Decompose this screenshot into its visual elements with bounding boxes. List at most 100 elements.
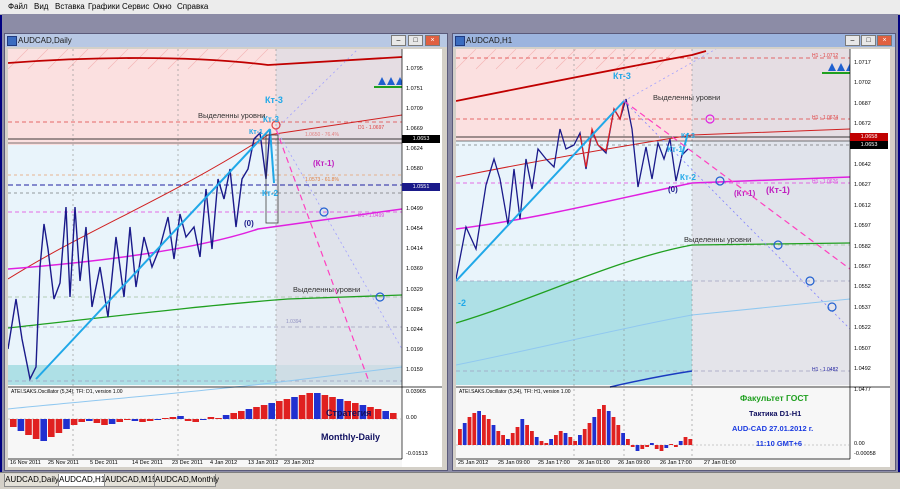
oscillator-bar — [534, 437, 539, 445]
menu-bar: Файл Вид Вставка Графики Сервис Окно Спр… — [0, 0, 900, 15]
tab-audcad-monthly[interactable]: AUDCAD,Monthly — [154, 474, 219, 487]
price-tick: 1.0159 — [406, 366, 423, 373]
oscillator-bar — [674, 445, 678, 447]
oscillator-bar — [688, 439, 693, 445]
oscillator-bar — [276, 401, 283, 419]
oscillator-bar — [108, 419, 116, 424]
label-kt1: Кт-1 — [249, 129, 263, 136]
label-tactic: Тактика D1-H1 — [749, 409, 802, 418]
oscillator-bars — [458, 405, 693, 451]
oscillator-bar — [40, 419, 47, 441]
price-tick: 1.0627 — [854, 182, 871, 189]
oscillator-bar — [184, 419, 192, 421]
price-tick: 1.0567 — [854, 264, 871, 271]
menu-view[interactable]: Вид — [34, 2, 48, 11]
oscillator-bar — [93, 419, 101, 423]
label-zero: (0) — [668, 185, 678, 194]
oscillator-bar — [382, 411, 389, 419]
price-tick: 1.0199 — [406, 346, 423, 353]
label-monthly-daily: Monthly-Daily — [321, 432, 381, 442]
date-tick: 25 Jan 2012 — [458, 460, 489, 466]
oscillator-bar — [486, 419, 491, 445]
price-tick: 1.0454 — [406, 226, 423, 233]
oscillator-bar — [291, 397, 298, 419]
oscillator-bar — [192, 419, 199, 422]
label-h1-low: H1 - 1.0482 — [812, 367, 839, 373]
price-tick: 1.0244 — [406, 326, 423, 333]
oscillator-bar — [558, 431, 563, 445]
oscillator-bar — [573, 441, 577, 445]
price-tick: 1.0795 — [406, 66, 423, 72]
label-fib-618: 1.0573 - 61.8% — [305, 177, 339, 183]
oscillator-bar — [10, 419, 17, 427]
osc-scale-zero: 0.00 — [854, 441, 865, 447]
oscillator-bar — [678, 441, 683, 445]
chart-window-daily: AUDCAD,Daily – □ × 1.0795 1.0751 1.0709 … — [4, 33, 448, 471]
oscillator-bar — [154, 419, 161, 420]
menu-tools[interactable]: Сервис — [122, 2, 149, 11]
oscillator-bar — [17, 419, 25, 431]
oscillator-bar — [635, 445, 640, 451]
date-tick: 16 Nov 2011 — [10, 460, 41, 466]
maximize-button[interactable]: □ — [861, 35, 876, 46]
chart-area[interactable]: 1.0717 1.0702 1.0687 1.0672 1.0657 1.064… — [456, 49, 890, 467]
date-tick: 23 Dec 2011 — [172, 460, 203, 466]
window-title: AUDCAD,H1 — [466, 36, 513, 45]
tab-audcad-m15[interactable]: AUDCAD,M15 — [104, 474, 157, 487]
maximize-button[interactable]: □ — [408, 35, 423, 46]
menu-file[interactable]: Файл — [8, 2, 28, 11]
label-kt2: Кт-2 — [262, 189, 278, 198]
close-button[interactable]: × — [425, 35, 440, 46]
oscillator-bar — [215, 418, 222, 419]
date-tick: 26 Jan 17:00 — [660, 460, 692, 466]
menu-window[interactable]: Окно — [153, 2, 172, 11]
osc-scale-zero: 0.00 — [406, 415, 417, 421]
oscillator-label: ATEI.SAKS.Oscillator (5,34), TFI: D1, ve… — [11, 389, 123, 395]
menu-help[interactable]: Справка — [177, 2, 208, 11]
oscillator-bar — [462, 423, 467, 445]
oscillator-bar — [501, 435, 505, 445]
price-tick: 1.0507 — [854, 345, 871, 352]
label-levels-bottom: Выделенны уровни — [293, 285, 361, 294]
oscillator-bar — [390, 413, 397, 419]
tab-audcad-h1[interactable]: AUDCAD,H1 — [58, 474, 106, 487]
chart-icon — [7, 36, 17, 46]
chart-canvas — [456, 49, 890, 467]
minimize-button[interactable]: – — [845, 35, 860, 46]
arrow-markers — [378, 77, 404, 85]
oscillator-bar — [650, 443, 654, 445]
label-kt3-b: Кт-3 — [263, 115, 279, 124]
oscillator-bar — [616, 425, 621, 445]
oscillator-bar — [626, 439, 630, 445]
oscillator-bar — [621, 433, 625, 445]
oscillator-bar — [602, 405, 606, 445]
oscillator-bar — [48, 419, 55, 437]
date-tick: 25 Nov 2011 — [48, 460, 79, 466]
close-button[interactable]: × — [877, 35, 892, 46]
oscillator-bar — [306, 393, 313, 419]
menu-charts[interactable]: Графики — [88, 2, 120, 11]
oscillator-bar — [207, 417, 215, 419]
price-tick: 1.0582 — [854, 243, 871, 250]
label-kt2: Кт-2 — [680, 173, 696, 182]
current-price-label: 1.0658 — [850, 133, 888, 141]
tab-audcad-daily[interactable]: AUDCAD,Daily — [4, 474, 60, 487]
chart-area[interactable]: 1.0795 1.0751 1.0709 1.0669 1.0624 1.058… — [8, 49, 442, 467]
oscillator-bar — [32, 419, 40, 439]
oscillator-bar — [260, 405, 268, 419]
oscillator-bar — [549, 439, 553, 445]
oscillator-bar — [162, 418, 169, 419]
window-titlebar[interactable]: AUDCAD,H1 – □ × — [453, 34, 895, 47]
minimize-button[interactable]: – — [391, 35, 406, 46]
label-kt3: Кт-3 — [613, 71, 631, 81]
oscillator-bar — [611, 417, 616, 445]
marker-price-label: 1.0551 — [402, 183, 440, 191]
menu-insert[interactable]: Вставка — [55, 2, 85, 11]
window-titlebar[interactable]: AUDCAD,Daily – □ × — [5, 34, 447, 47]
oscillator-bar — [592, 417, 597, 445]
label-strategy: Стратегия — [326, 408, 372, 418]
price-tick: 1.0709 — [406, 106, 423, 113]
price-tick: 1.0612 — [854, 202, 871, 209]
oscillator-bar — [510, 433, 515, 445]
oscillator-bar — [520, 419, 525, 445]
